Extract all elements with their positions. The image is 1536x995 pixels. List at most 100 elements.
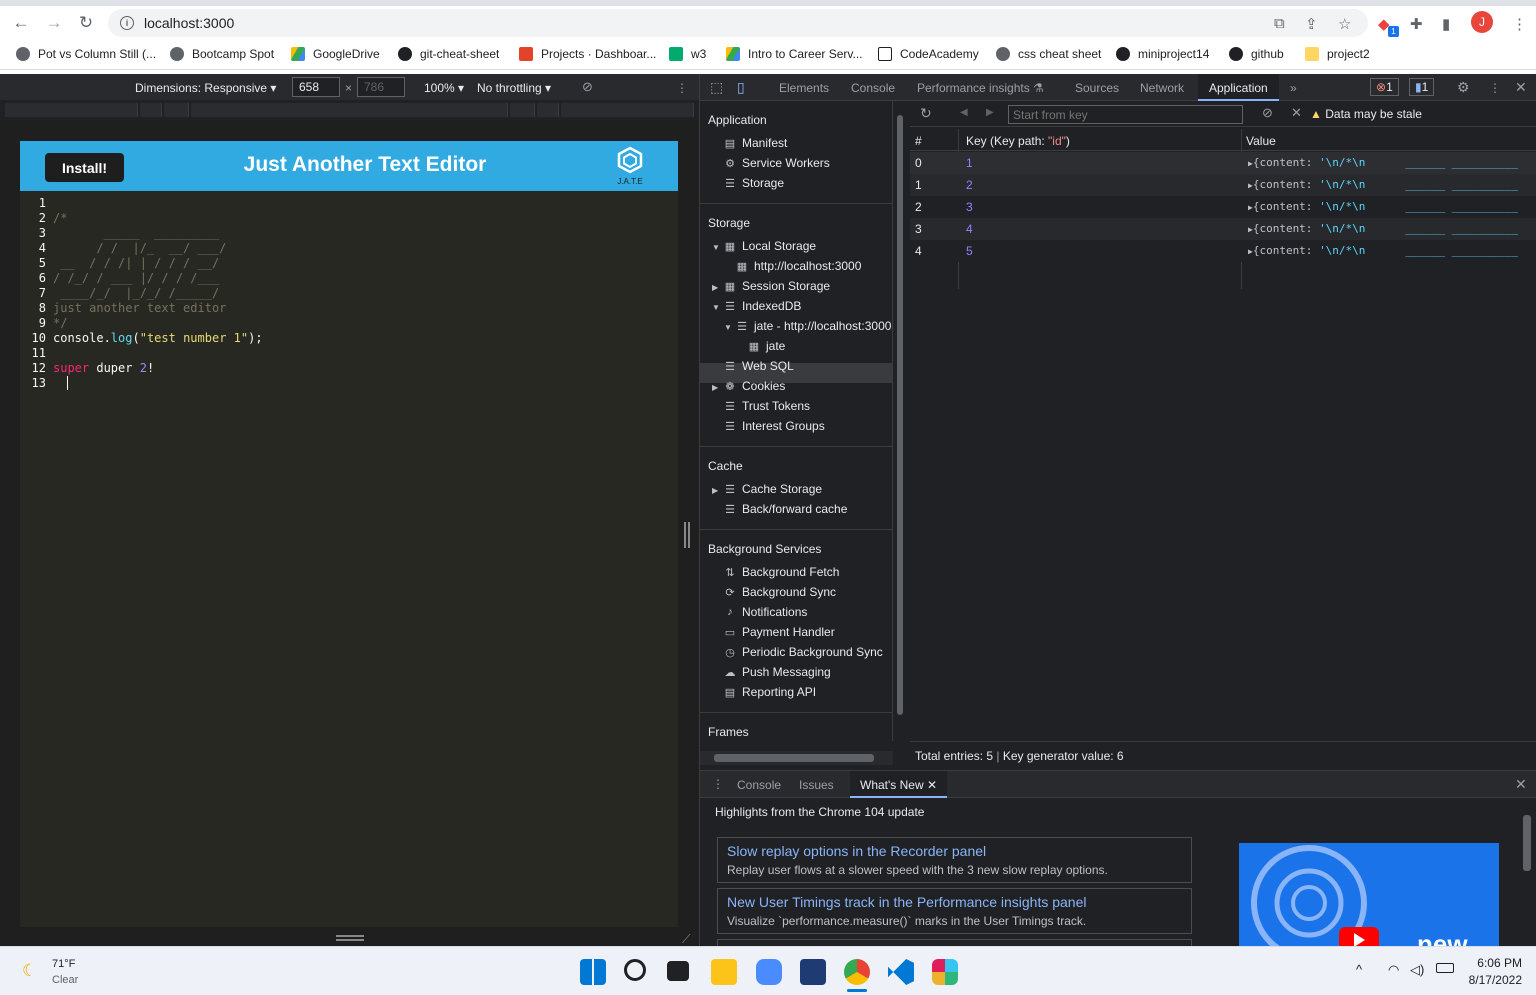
code-line[interactable]: _____ _________ <box>53 226 220 241</box>
code-line[interactable]: /* <box>53 211 67 226</box>
bookmark-item[interactable]: git-cheat-sheet <box>398 47 499 61</box>
whats-new-video-thumbnail[interactable]: new <box>1239 843 1499 947</box>
install-button[interactable]: Install! <box>45 153 124 182</box>
table-row[interactable]: 2 3 ▶{content: '\n/*\n ______ __________ <box>910 196 1536 218</box>
prev-page-icon[interactable]: ◀ <box>960 107 968 118</box>
bookmark-item[interactable]: w3 <box>669 47 706 61</box>
sidebar-item-notifications[interactable]: ♪ Notifications <box>724 605 807 619</box>
site-info-icon[interactable]: i <box>120 16 134 30</box>
width-input[interactable]: 658 <box>292 77 340 97</box>
back-icon[interactable]: ← <box>6 8 36 38</box>
card-title[interactable]: New User Timings track in the Performanc… <box>727 894 1182 910</box>
bookmark-item[interactable]: Bootcamp Spot <box>170 47 274 61</box>
sidebar-item-session-storage[interactable]: ▦ Session Storage <box>724 279 830 293</box>
sidebar-item-background-fetch[interactable]: ⇅ Background Fetch <box>724 565 839 579</box>
drawer-menu-icon[interactable]: ⋮ <box>712 777 724 791</box>
code-line[interactable]: just another text editor <box>53 301 226 316</box>
share-icon[interactable]: ⇪ <box>1305 15 1318 33</box>
profile-avatar[interactable]: J <box>1471 11 1493 33</box>
refresh-icon[interactable]: ↻ <box>920 105 932 122</box>
close-drawer-icon[interactable]: ✕ <box>1515 776 1527 793</box>
code-line[interactable]: ____/_/ |_/_/ /_____/ <box>53 286 219 301</box>
zoom-app-icon[interactable] <box>756 959 782 985</box>
tab-sources[interactable]: Sources <box>1075 81 1119 95</box>
next-page-icon[interactable]: ▶ <box>986 107 994 118</box>
sidebar-item-manifest[interactable]: ▤ Manifest <box>724 136 788 150</box>
drawer-tab-console[interactable]: Console <box>737 778 781 792</box>
error-count-badge[interactable]: ⊗1 <box>1370 78 1399 96</box>
sidebar-item-web-sql[interactable]: ☰ Web SQL <box>724 359 794 373</box>
task-view-icon[interactable] <box>667 961 689 981</box>
sidebar-item-localhost[interactable]: ▦ http://localhost:3000 <box>736 259 862 273</box>
expand-triangle-icon[interactable]: ▼ <box>724 323 732 332</box>
code-line[interactable]: */ <box>53 316 67 331</box>
row-value[interactable]: ▶{content: '\n/*\n ______ __________ <box>1248 244 1518 257</box>
throttling-dropdown[interactable]: No throttling ▾ <box>477 81 551 95</box>
expand-triangle-icon[interactable]: ▼ <box>712 243 720 252</box>
open-in-new-icon[interactable]: ⧉ <box>1274 15 1285 32</box>
reload-icon[interactable]: ↻ <box>71 8 101 38</box>
table-row[interactable]: 3 4 ▶{content: '\n/*\n ______ __________ <box>910 218 1536 240</box>
delete-selected-icon[interactable]: ✕ <box>1291 105 1302 121</box>
volume-icon[interactable]: ◁) <box>1410 962 1424 978</box>
vscode-icon[interactable] <box>888 959 914 985</box>
message-count-badge[interactable]: ▮1 <box>1409 78 1435 96</box>
card-title[interactable]: Slow replay options in the Recorder pane… <box>727 843 1182 859</box>
code-line[interactable]: / / |/_ __/ ___/ <box>53 241 226 256</box>
sidebar-item-interest-groups[interactable]: ☰ Interest Groups <box>724 419 825 433</box>
sidebar-item-push-messaging[interactable]: ☁ Push Messaging <box>724 665 831 679</box>
moon-weather-icon[interactable]: ☾ <box>22 961 37 981</box>
bookmark-item[interactable]: Projects · Dashboar... <box>519 47 656 61</box>
bookmark-star-icon[interactable]: ☆ <box>1338 15 1351 33</box>
sidebar-item-cookies[interactable]: ❁ Cookies <box>724 379 785 393</box>
code-line[interactable]: super duper 2! <box>53 361 154 376</box>
bookmark-item[interactable]: miniproject14 <box>1116 47 1209 61</box>
row-value[interactable]: ▶{content: '\n/*\n ______ __________ <box>1248 178 1518 191</box>
puzzle-extensions-icon[interactable]: ✚ <box>1410 15 1423 33</box>
bookmark-item[interactable]: project2 <box>1305 47 1370 61</box>
drawer-scrollbar[interactable] <box>1520 801 1534 947</box>
more-menu-icon[interactable]: ⋮ <box>1512 15 1527 33</box>
row-value[interactable]: ▶{content: '\n/*\n ______ __________ <box>1248 222 1518 235</box>
table-row[interactable]: 1 2 ▶{content: '\n/*\n ______ __________ <box>910 174 1536 196</box>
column-header-index[interactable]: # <box>915 134 922 148</box>
address-bar[interactable]: i localhost:3000 <box>108 9 1368 37</box>
expand-triangle-icon[interactable]: ▶ <box>712 486 718 495</box>
chevron-up-icon[interactable]: ^ <box>1356 962 1362 977</box>
code-line[interactable]: / /_/ / ___ |/ / / /___ <box>53 271 219 286</box>
sidebar-item-trust-tokens[interactable]: ☰ Trust Tokens <box>724 399 810 413</box>
bottom-resize-handle[interactable] <box>336 935 364 941</box>
sidebar-item-jate-store[interactable]: ▦ jate <box>748 339 786 353</box>
weather-temp[interactable]: 71°F <box>52 958 75 970</box>
tab-console[interactable]: Console <box>851 81 895 95</box>
clock-date[interactable]: 8/17/2022 <box>1462 973 1522 987</box>
tab-network[interactable]: Network <box>1140 81 1184 95</box>
bookmark-item[interactable]: GoogleDrive <box>291 47 380 61</box>
devtools-menu-icon[interactable]: ⋮ <box>1489 81 1501 95</box>
bookmark-item[interactable]: Pot vs Column Still (... <box>16 47 156 61</box>
drawer-tab-whats-new[interactable]: What's New ✕ <box>850 771 948 798</box>
expand-triangle-icon[interactable]: ▼ <box>712 303 720 312</box>
side-panel-icon[interactable]: ▮ <box>1442 15 1450 33</box>
sidebar-item-payment-handler[interactable]: ▭ Payment Handler <box>724 625 835 639</box>
settings-gear-icon[interactable]: ⚙ <box>1457 79 1470 96</box>
whats-new-card[interactable]: New User Timings track in the Performanc… <box>717 888 1192 934</box>
device-toggle-icon[interactable]: ▯ <box>737 79 745 96</box>
bookmark-item[interactable]: github <box>1229 47 1284 61</box>
sidebar-item-cache-storage[interactable]: ☰ Cache Storage <box>724 482 822 496</box>
close-devtools-icon[interactable]: ✕ <box>1515 79 1527 96</box>
windows-start-icon[interactable] <box>580 959 606 985</box>
right-resize-handle[interactable] <box>684 522 690 548</box>
wifi-icon[interactable]: ◠ <box>1388 962 1399 978</box>
sidebar-item-bfcache[interactable]: ☰ Back/forward cache <box>724 502 847 516</box>
search-icon[interactable] <box>624 959 646 981</box>
inspect-element-icon[interactable]: ⬚ <box>710 79 723 96</box>
sidebar-scrollbar[interactable] <box>893 101 907 741</box>
sidebar-horizontal-scrollbar[interactable] <box>700 751 893 765</box>
code-line[interactable] <box>53 376 76 391</box>
sidebar-item-periodic-sync[interactable]: ◷ Periodic Background Sync <box>724 645 883 659</box>
weather-condition[interactable]: Clear <box>52 974 78 986</box>
bookmark-item[interactable]: css cheat sheet <box>996 47 1101 61</box>
clock-time[interactable]: 6:06 PM <box>1470 956 1522 970</box>
slack-icon[interactable] <box>932 959 958 985</box>
